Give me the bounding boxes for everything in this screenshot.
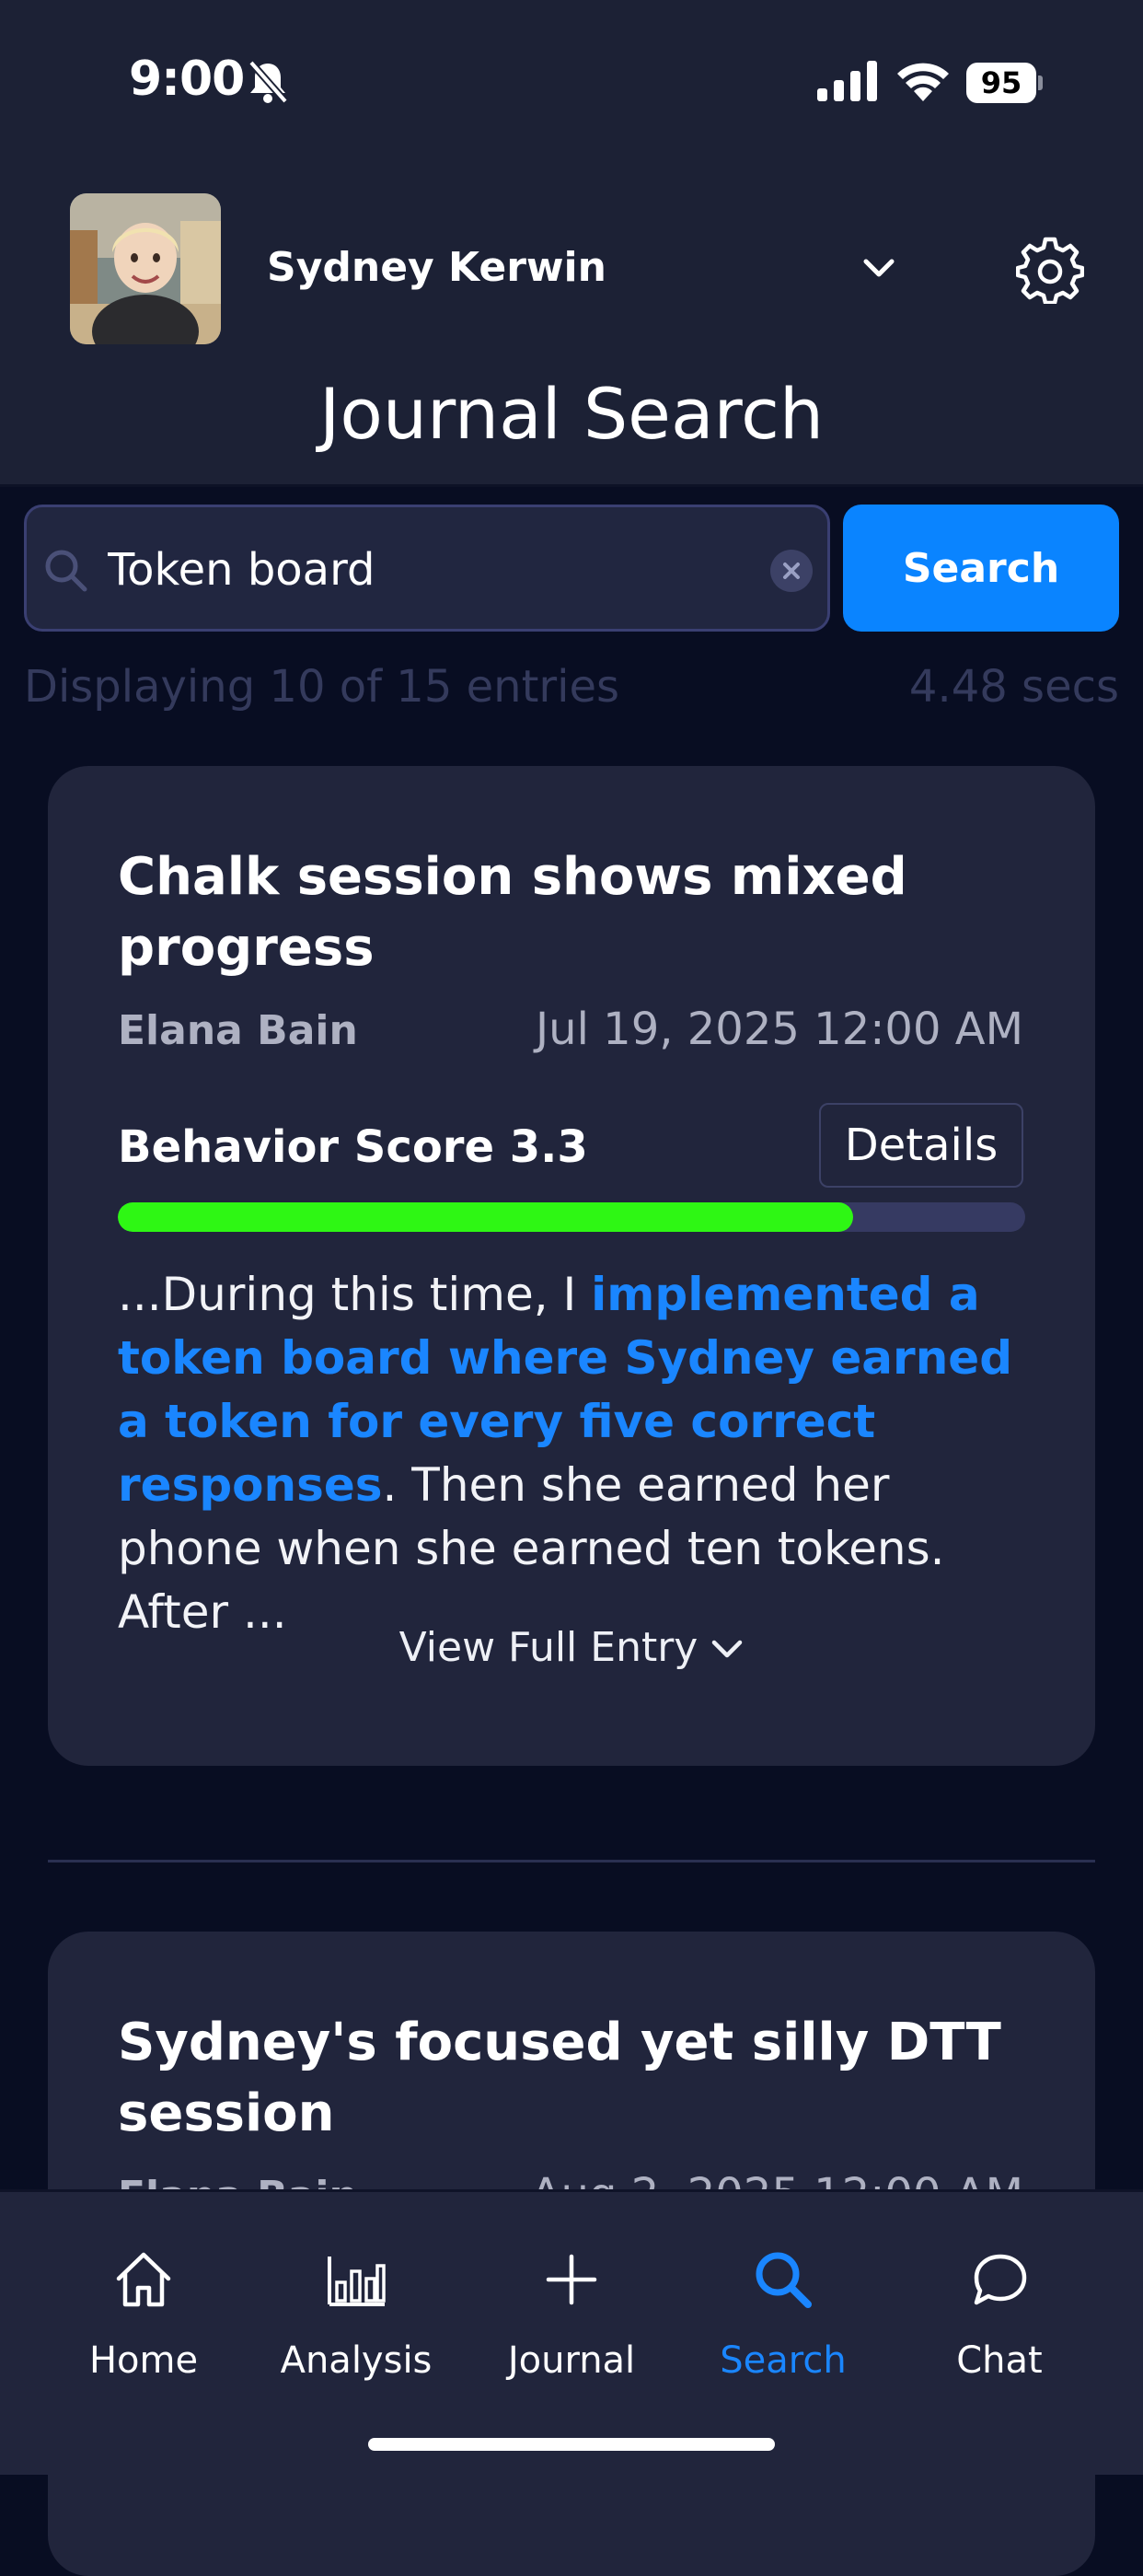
user-name[interactable]: Sydney Kerwin xyxy=(267,244,606,291)
behavior-score: Behavior Score 3.3 xyxy=(118,1121,588,1173)
search-button[interactable]: Search xyxy=(843,505,1119,632)
view-full-entry-button[interactable]: View Full Entry xyxy=(48,1624,1095,1671)
entry-divider xyxy=(48,1860,1095,1862)
battery-indicator: 95 xyxy=(966,63,1043,103)
details-button[interactable]: Details xyxy=(819,1103,1023,1188)
home-indicator[interactable] xyxy=(368,2438,775,2451)
tab-label: Journal xyxy=(507,2339,636,2382)
plus-icon xyxy=(546,2254,597,2305)
journal-entry-card: Chalk session shows mixed progress Elana… xyxy=(48,766,1095,1766)
cellular-signal-icon xyxy=(817,61,877,101)
excerpt-text: ...During this time, I xyxy=(118,1268,592,1321)
chevron-down-icon xyxy=(712,1640,743,1658)
view-full-entry-label: View Full Entry xyxy=(398,1624,698,1671)
battery-level: 95 xyxy=(966,63,1036,103)
entry-author: Elana Bain xyxy=(118,1007,358,1054)
battery-cap xyxy=(1038,75,1043,90)
search-duration: 4.48 secs xyxy=(908,661,1119,713)
tab-label: Chat xyxy=(956,2339,1043,2382)
search-icon xyxy=(45,550,87,592)
tab-analysis[interactable]: Analysis xyxy=(255,2247,457,2382)
search-field[interactable] xyxy=(24,505,830,632)
tab-bar: Home Analysis Journal Search Chat xyxy=(0,2189,1143,2475)
search-icon xyxy=(756,2252,812,2308)
status-time: 9:00 xyxy=(129,52,245,107)
results-count: Displaying 10 of 15 entries xyxy=(24,661,619,713)
close-icon xyxy=(783,563,800,579)
tab-home[interactable]: Home xyxy=(42,2247,245,2382)
bell-muted-icon xyxy=(248,60,289,104)
avatar[interactable] xyxy=(70,193,221,344)
tab-search[interactable]: Search xyxy=(682,2247,884,2382)
clear-search-icon[interactable] xyxy=(770,550,813,592)
entry-title: Sydney's focused yet silly DTT session xyxy=(118,2013,1001,2143)
chat-bubble-icon xyxy=(974,2254,1027,2305)
gear-icon[interactable] xyxy=(1016,236,1084,304)
entry-date: Jul 19, 2025 12:00 AM xyxy=(535,1004,1023,1055)
behavior-score-bar xyxy=(118,1202,1025,1232)
tab-chat[interactable]: Chat xyxy=(898,2247,1101,2382)
tab-label: Search xyxy=(720,2339,847,2382)
wifi-icon xyxy=(897,63,949,101)
tab-journal[interactable]: Journal xyxy=(470,2247,673,2382)
entry-title: Chalk session shows mixed progress xyxy=(118,847,907,978)
behavior-score-bar-fill xyxy=(118,1202,853,1232)
avatar-photo xyxy=(70,193,221,344)
tab-label: Analysis xyxy=(280,2339,433,2382)
header-divider xyxy=(0,484,1143,487)
page-title: Journal Search xyxy=(318,373,825,455)
home-icon xyxy=(116,2252,171,2307)
chevron-down-icon[interactable] xyxy=(860,256,897,282)
search-input[interactable] xyxy=(106,526,768,614)
entry-excerpt: ...During this time, I implemented a tok… xyxy=(118,1263,1038,1644)
tab-label: Home xyxy=(88,2339,199,2382)
bar-chart-icon xyxy=(328,2257,386,2306)
